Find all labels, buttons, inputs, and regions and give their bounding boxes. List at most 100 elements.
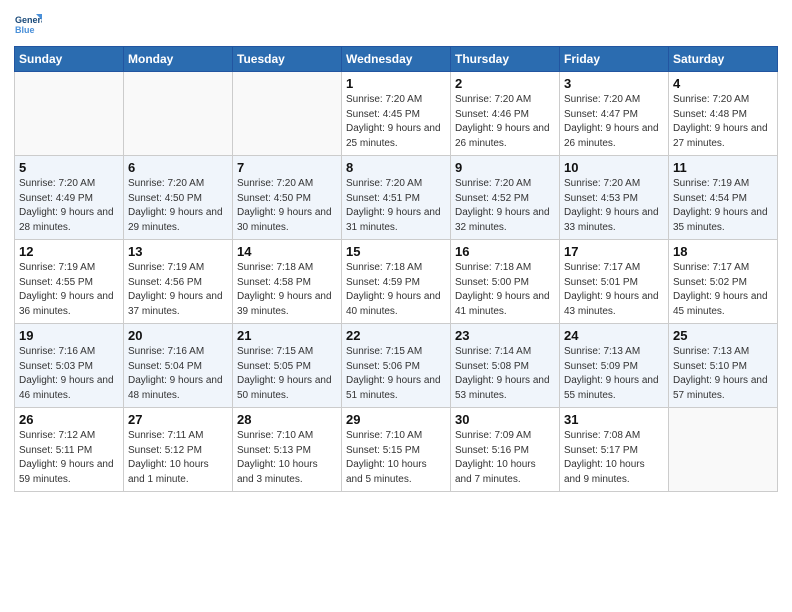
- weekday-header-saturday: Saturday: [669, 47, 778, 72]
- svg-text:Blue: Blue: [15, 25, 35, 35]
- day-info: Sunrise: 7:20 AM Sunset: 4:50 PM Dayligh…: [237, 177, 337, 235]
- calendar-cell: 31 Sunrise: 7:08 AM Sunset: 5:17 PM Dayli…: [560, 408, 669, 492]
- day-number: 24: [564, 328, 664, 343]
- calendar-cell: 28 Sunrise: 7:10 AM Sunset: 5:13 PM Dayli…: [233, 408, 342, 492]
- day-number: 16: [455, 244, 555, 259]
- day-number: 18: [673, 244, 773, 259]
- day-number: 8: [346, 160, 446, 175]
- svg-text:General: General: [15, 15, 42, 25]
- day-info: Sunrise: 7:20 AM Sunset: 4:50 PM Dayligh…: [128, 177, 228, 235]
- day-info: Sunrise: 7:18 AM Sunset: 4:59 PM Dayligh…: [346, 261, 446, 319]
- calendar-cell: 12 Sunrise: 7:19 AM Sunset: 4:55 PM Dayli…: [15, 240, 124, 324]
- day-number: 12: [19, 244, 119, 259]
- day-number: 6: [128, 160, 228, 175]
- day-info: Sunrise: 7:09 AM Sunset: 5:16 PM Dayligh…: [455, 429, 555, 487]
- day-info: Sunrise: 7:10 AM Sunset: 5:13 PM Dayligh…: [237, 429, 337, 487]
- calendar-cell: 15 Sunrise: 7:18 AM Sunset: 4:59 PM Dayli…: [342, 240, 451, 324]
- day-info: Sunrise: 7:17 AM Sunset: 5:01 PM Dayligh…: [564, 261, 664, 319]
- calendar-week-row: 5Sunrise: 7:20 AM Sunset: 4:49 PM Daylig…: [15, 156, 778, 240]
- day-number: 30: [455, 412, 555, 427]
- day-info: Sunrise: 7:20 AM Sunset: 4:48 PM Dayligh…: [673, 93, 773, 151]
- day-info: Sunrise: 7:20 AM Sunset: 4:51 PM Dayligh…: [346, 177, 446, 235]
- calendar-cell: [15, 72, 124, 156]
- calendar-cell: 11 Sunrise: 7:19 AM Sunset: 4:54 PM Dayli…: [669, 156, 778, 240]
- day-info: Sunrise: 7:18 AM Sunset: 4:58 PM Dayligh…: [237, 261, 337, 319]
- day-info: Sunrise: 7:20 AM Sunset: 4:46 PM Dayligh…: [455, 93, 555, 151]
- day-number: 3: [564, 76, 664, 91]
- calendar-cell: 5Sunrise: 7:20 AM Sunset: 4:49 PM Daylig…: [15, 156, 124, 240]
- day-number: 10: [564, 160, 664, 175]
- day-info: Sunrise: 7:17 AM Sunset: 5:02 PM Dayligh…: [673, 261, 773, 319]
- calendar-week-row: 19Sunrise: 7:16 AM Sunset: 5:03 PM Dayli…: [15, 324, 778, 408]
- calendar-cell: 8 Sunrise: 7:20 AM Sunset: 4:51 PM Daylig…: [342, 156, 451, 240]
- calendar-cell: 24 Sunrise: 7:13 AM Sunset: 5:09 PM Dayli…: [560, 324, 669, 408]
- day-number: 27: [128, 412, 228, 427]
- day-number: 17: [564, 244, 664, 259]
- weekday-header-thursday: Thursday: [451, 47, 560, 72]
- calendar-cell: 21 Sunrise: 7:15 AM Sunset: 5:05 PM Dayli…: [233, 324, 342, 408]
- day-info: Sunrise: 7:12 AM Sunset: 5:11 PM Dayligh…: [19, 429, 119, 487]
- day-number: 2: [455, 76, 555, 91]
- day-info: Sunrise: 7:19 AM Sunset: 4:55 PM Dayligh…: [19, 261, 119, 319]
- calendar-cell: [233, 72, 342, 156]
- calendar-cell: 29Sunrise: 7:10 AM Sunset: 5:15 PM Dayli…: [342, 408, 451, 492]
- page: General Blue SundayMondayTuesdayWednesda…: [0, 0, 792, 612]
- calendar-cell: 25 Sunrise: 7:13 AM Sunset: 5:10 PM Dayli…: [669, 324, 778, 408]
- day-number: 25: [673, 328, 773, 343]
- calendar-cell: 30 Sunrise: 7:09 AM Sunset: 5:16 PM Dayli…: [451, 408, 560, 492]
- day-number: 11: [673, 160, 773, 175]
- day-info: Sunrise: 7:20 AM Sunset: 4:45 PM Dayligh…: [346, 93, 446, 151]
- calendar-cell: 23 Sunrise: 7:14 AM Sunset: 5:08 PM Dayli…: [451, 324, 560, 408]
- day-info: Sunrise: 7:19 AM Sunset: 4:54 PM Dayligh…: [673, 177, 773, 235]
- day-info: Sunrise: 7:15 AM Sunset: 5:06 PM Dayligh…: [346, 345, 446, 403]
- calendar-cell: [124, 72, 233, 156]
- weekday-header-friday: Friday: [560, 47, 669, 72]
- calendar-cell: 10 Sunrise: 7:20 AM Sunset: 4:53 PM Dayli…: [560, 156, 669, 240]
- day-number: 29: [346, 412, 446, 427]
- weekday-header-monday: Monday: [124, 47, 233, 72]
- logo-icon: General Blue: [14, 10, 42, 38]
- day-number: 21: [237, 328, 337, 343]
- day-info: Sunrise: 7:13 AM Sunset: 5:09 PM Dayligh…: [564, 345, 664, 403]
- day-info: Sunrise: 7:14 AM Sunset: 5:08 PM Dayligh…: [455, 345, 555, 403]
- day-number: 28: [237, 412, 337, 427]
- day-info: Sunrise: 7:20 AM Sunset: 4:53 PM Dayligh…: [564, 177, 664, 235]
- calendar-cell: 26Sunrise: 7:12 AM Sunset: 5:11 PM Dayli…: [15, 408, 124, 492]
- calendar-week-row: 26Sunrise: 7:12 AM Sunset: 5:11 PM Dayli…: [15, 408, 778, 492]
- calendar-cell: 19Sunrise: 7:16 AM Sunset: 5:03 PM Dayli…: [15, 324, 124, 408]
- day-info: Sunrise: 7:20 AM Sunset: 4:49 PM Dayligh…: [19, 177, 119, 235]
- weekday-header-sunday: Sunday: [15, 47, 124, 72]
- calendar-cell: 20 Sunrise: 7:16 AM Sunset: 5:04 PM Dayli…: [124, 324, 233, 408]
- day-number: 20: [128, 328, 228, 343]
- calendar-cell: 9Sunrise: 7:20 AM Sunset: 4:52 PM Daylig…: [451, 156, 560, 240]
- day-info: Sunrise: 7:19 AM Sunset: 4:56 PM Dayligh…: [128, 261, 228, 319]
- day-number: 15: [346, 244, 446, 259]
- day-info: Sunrise: 7:16 AM Sunset: 5:03 PM Dayligh…: [19, 345, 119, 403]
- day-info: Sunrise: 7:11 AM Sunset: 5:12 PM Dayligh…: [128, 429, 228, 487]
- day-number: 1: [346, 76, 446, 91]
- day-info: Sunrise: 7:18 AM Sunset: 5:00 PM Dayligh…: [455, 261, 555, 319]
- day-info: Sunrise: 7:20 AM Sunset: 4:47 PM Dayligh…: [564, 93, 664, 151]
- calendar-cell: 17 Sunrise: 7:17 AM Sunset: 5:01 PM Dayli…: [560, 240, 669, 324]
- day-info: Sunrise: 7:13 AM Sunset: 5:10 PM Dayligh…: [673, 345, 773, 403]
- day-info: Sunrise: 7:08 AM Sunset: 5:17 PM Dayligh…: [564, 429, 664, 487]
- calendar-table: SundayMondayTuesdayWednesdayThursdayFrid…: [14, 46, 778, 492]
- day-number: 31: [564, 412, 664, 427]
- calendar-cell: 22 Sunrise: 7:15 AM Sunset: 5:06 PM Dayli…: [342, 324, 451, 408]
- calendar-cell: [669, 408, 778, 492]
- day-number: 13: [128, 244, 228, 259]
- logo: General Blue: [14, 10, 45, 38]
- calendar-cell: 13 Sunrise: 7:19 AM Sunset: 4:56 PM Dayli…: [124, 240, 233, 324]
- calendar-cell: 1 Sunrise: 7:20 AM Sunset: 4:45 PM Daylig…: [342, 72, 451, 156]
- day-number: 22: [346, 328, 446, 343]
- calendar-cell: 3 Sunrise: 7:20 AM Sunset: 4:47 PM Daylig…: [560, 72, 669, 156]
- calendar-cell: 16 Sunrise: 7:18 AM Sunset: 5:00 PM Dayli…: [451, 240, 560, 324]
- day-info: Sunrise: 7:15 AM Sunset: 5:05 PM Dayligh…: [237, 345, 337, 403]
- day-info: Sunrise: 7:16 AM Sunset: 5:04 PM Dayligh…: [128, 345, 228, 403]
- calendar-cell: 14Sunrise: 7:18 AM Sunset: 4:58 PM Dayli…: [233, 240, 342, 324]
- header: General Blue: [14, 10, 778, 38]
- day-number: 9: [455, 160, 555, 175]
- weekday-header-wednesday: Wednesday: [342, 47, 451, 72]
- day-number: 23: [455, 328, 555, 343]
- calendar-cell: 27 Sunrise: 7:11 AM Sunset: 5:12 PM Dayli…: [124, 408, 233, 492]
